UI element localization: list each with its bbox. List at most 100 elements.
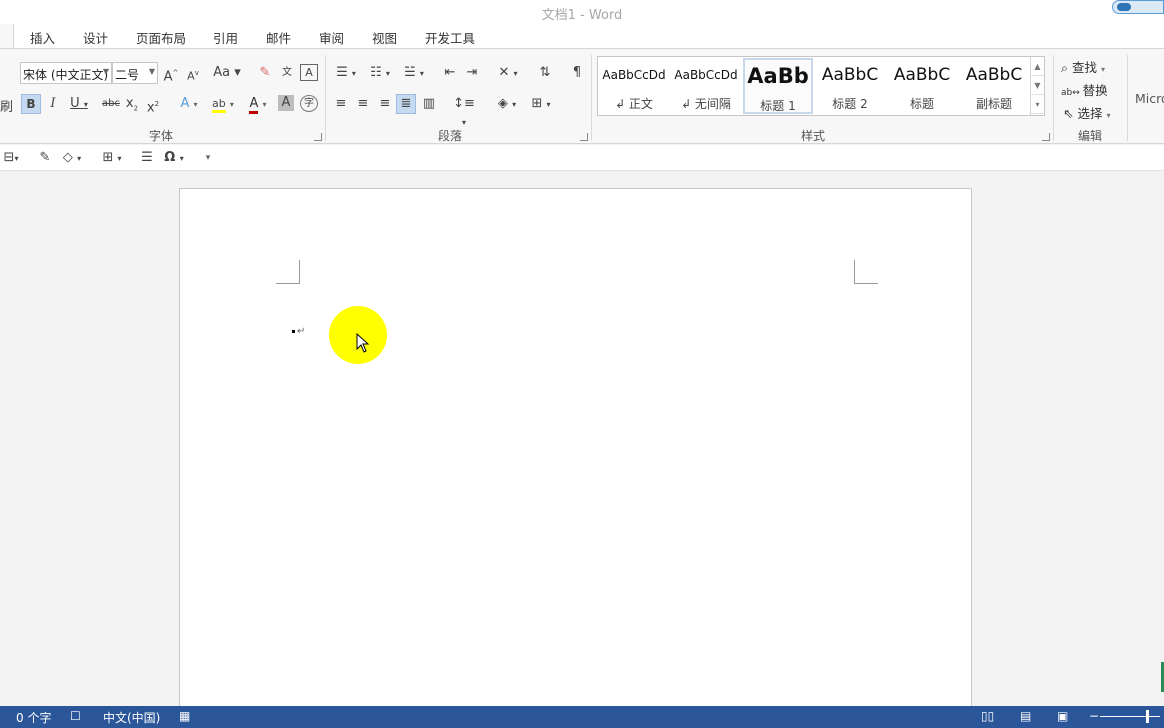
tab-insert[interactable]: 插入	[30, 28, 55, 47]
style-normal[interactable]: AaBbCcDd ↲ 正文	[599, 58, 669, 114]
justify-button[interactable]: ≣	[396, 94, 416, 114]
tab-view[interactable]: 视图	[372, 28, 397, 47]
replace-icon: ab↔	[1061, 88, 1083, 98]
macro-record-icon[interactable]: ▦	[179, 709, 190, 723]
tab-home[interactable]	[0, 24, 14, 48]
style-sample: AaBbC	[965, 65, 1023, 85]
font-color-icon[interactable]: A ▾	[243, 95, 273, 114]
style-subtitle[interactable]: AaBbC 副标题	[959, 58, 1029, 114]
bullets-icon[interactable]: ☰ ▾	[332, 64, 360, 83]
increase-indent-icon[interactable]: ⇥	[463, 64, 481, 82]
table-insert-icon[interactable]: ⊟▾	[0, 149, 22, 168]
sort-icon[interactable]: ⇅	[536, 64, 554, 82]
print-layout-icon[interactable]: ▤	[1020, 709, 1031, 723]
style-name: 标题 2	[832, 97, 868, 111]
borders-icon[interactable]: ⊞ ▾	[526, 95, 556, 114]
show-marks-icon[interactable]: ¶	[568, 64, 586, 82]
find-button[interactable]: ⌕ 查找 ▾	[1061, 57, 1105, 76]
editing-group-label: 编辑	[1078, 129, 1103, 143]
borders-icon[interactable]: ⊞ ▾	[98, 149, 126, 168]
character-shading-icon[interactable]: A	[278, 95, 294, 111]
italic-button[interactable]: I	[45, 95, 61, 113]
subscript-button[interactable]: x2	[124, 95, 140, 118]
style-name: ↲ 正文	[615, 97, 653, 111]
margin-corner-mark	[276, 260, 300, 284]
align-right-icon[interactable]: ≡	[376, 95, 394, 113]
font-size-combo[interactable]: 二号 ▼	[112, 62, 158, 84]
ribbon-display-options-button[interactable]	[1112, 0, 1164, 14]
tab-review[interactable]: 审阅	[319, 28, 344, 47]
gallery-scrollbar[interactable]: ▲ ▼ ▾	[1030, 57, 1044, 115]
font-name-combo[interactable]: 宋体 (中文正文) ▼	[20, 62, 112, 84]
styles-gallery: AaBbCcDd ↲ 正文 AaBbCcDd ↲ 无间隔 AaBb 标题 1 A…	[597, 56, 1045, 116]
align-left-icon[interactable]: ≡	[332, 95, 350, 113]
document-page[interactable]: ↵	[179, 188, 972, 718]
style-title[interactable]: AaBbC 标题	[887, 58, 957, 114]
quick-access-toolbar: ⊟▾ ✎ ◇ ▾ ⊞ ▾ ☰ Ω ▾ ▾	[0, 145, 1164, 171]
font-size-value: 二号	[115, 68, 140, 82]
symbol-icon[interactable]: Ω ▾	[160, 149, 188, 168]
bold-button[interactable]: B	[21, 94, 41, 114]
ribbon-tabs: 插入 设计 页面布局 引用 邮件 审阅 视图 开发工具	[0, 24, 1164, 48]
style-heading-1[interactable]: AaBb 标题 1	[743, 58, 813, 114]
shrink-font-icon[interactable]: Av	[185, 64, 201, 86]
window-title: 文档1 - Word	[541, 8, 623, 23]
text-direction-icon[interactable]: ☰	[138, 149, 156, 167]
asian-layout-icon[interactable]: ✕ ▾	[494, 64, 522, 83]
format-painter-icon[interactable]: 刷	[0, 99, 13, 117]
paragraph-dialog-launcher[interactable]	[580, 133, 588, 141]
format-painter-icon[interactable]: ✎	[36, 149, 54, 167]
chevron-down-icon[interactable]: ▼	[1031, 76, 1044, 95]
title-bar: 文档1 - Word	[0, 0, 1164, 24]
divider	[325, 55, 326, 141]
replace-button[interactable]: ab↔ 替换	[1061, 80, 1108, 99]
font-group-label: 字体	[149, 129, 174, 143]
tab-references[interactable]: 引用	[213, 28, 238, 47]
style-sample: AaBbCcDd	[674, 68, 738, 82]
shading-icon[interactable]: ◈ ▾	[492, 95, 522, 114]
tab-page-layout[interactable]: 页面布局	[136, 28, 186, 47]
highlight-color-icon[interactable]: ab ▾	[208, 95, 238, 114]
font-dialog-launcher[interactable]	[314, 133, 322, 141]
tab-design[interactable]: 设计	[83, 28, 108, 47]
shapes-icon[interactable]: ◇ ▾	[58, 149, 86, 168]
styles-dialog-launcher[interactable]	[1042, 133, 1050, 141]
enclose-characters-icon[interactable]: 字	[300, 95, 318, 112]
replace-label: 替换	[1082, 83, 1108, 98]
zoom-slider-thumb[interactable]	[1146, 710, 1149, 723]
word-count[interactable]: 0 个字	[16, 709, 51, 726]
proofing-icon[interactable]: ☐	[70, 709, 81, 723]
mouse-pointer-icon	[356, 333, 370, 353]
zoom-out-icon[interactable]: −	[1089, 709, 1099, 723]
phonetic-guide-icon[interactable]: 文	[278, 64, 296, 82]
web-layout-icon[interactable]: ▣	[1057, 709, 1068, 723]
more-icon[interactable]: ▾	[1031, 95, 1044, 114]
customize-qat-icon[interactable]: ▾	[202, 149, 214, 167]
tab-mailings[interactable]: 邮件	[266, 28, 291, 47]
style-name: 副标题	[975, 97, 1012, 111]
superscript-button[interactable]: x2	[145, 95, 161, 117]
zoom-slider[interactable]	[1100, 716, 1160, 717]
tab-developer[interactable]: 开发工具	[425, 28, 475, 47]
distributed-icon[interactable]: ▥	[420, 95, 438, 113]
numbering-icon[interactable]: ☷ ▾	[366, 64, 394, 83]
align-center-icon[interactable]: ≡	[354, 95, 372, 113]
read-mode-icon[interactable]: ▯▯	[981, 709, 994, 723]
text-effects-icon[interactable]: A ▾	[176, 95, 202, 114]
style-sample: AaBbCcDd	[602, 68, 666, 82]
character-border-icon[interactable]: A	[300, 64, 318, 81]
grow-font-icon[interactable]: A^	[163, 64, 179, 86]
multilevel-list-icon[interactable]: ☱ ▾	[400, 64, 428, 83]
addin-label[interactable]: Micro	[1135, 91, 1164, 106]
style-heading-2[interactable]: AaBbC 标题 2	[815, 58, 885, 114]
underline-button[interactable]: U ▾	[66, 95, 92, 114]
toggle-icon	[1117, 3, 1131, 11]
decrease-indent-icon[interactable]: ⇤	[441, 64, 459, 82]
language-indicator[interactable]: 中文(中国)	[103, 709, 160, 726]
change-case-icon[interactable]: Aa ▾	[212, 64, 242, 82]
strikethrough-button[interactable]: abc	[100, 95, 122, 113]
select-button[interactable]: ⇖ 选择 ▾	[1063, 103, 1110, 122]
chevron-up-icon[interactable]: ▲	[1031, 57, 1044, 76]
style-no-spacing[interactable]: AaBbCcDd ↲ 无间隔	[671, 58, 741, 114]
clear-formatting-icon[interactable]: ✎	[256, 64, 274, 82]
